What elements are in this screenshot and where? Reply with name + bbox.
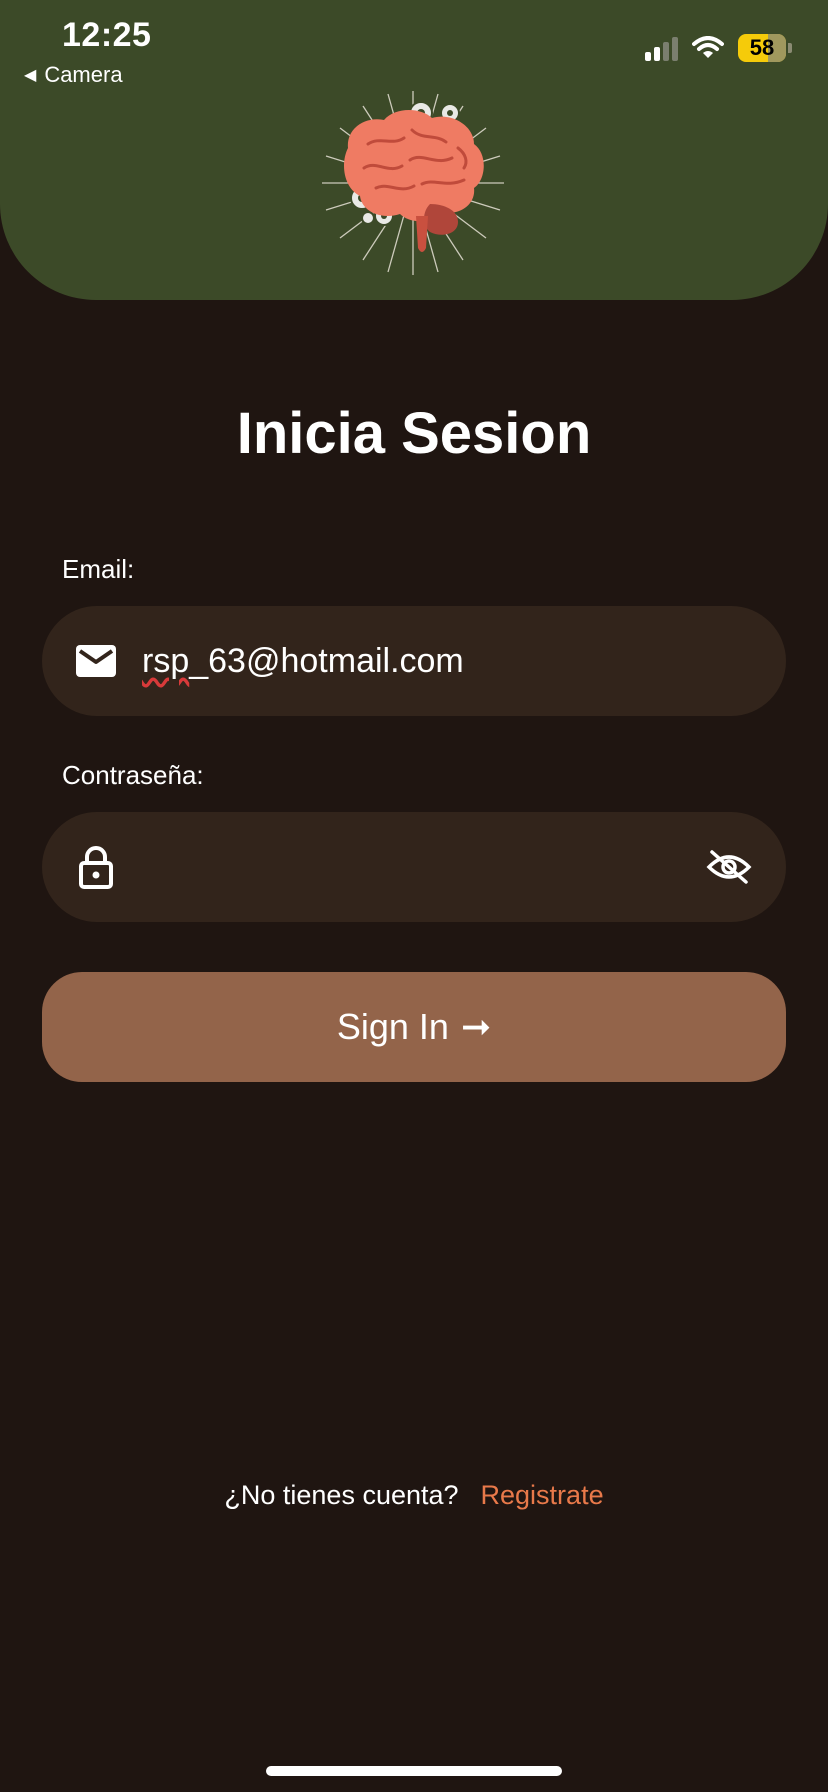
- header-banner: 12:25 ◀ Camera 58: [0, 0, 828, 300]
- lock-icon: [74, 845, 118, 889]
- email-label: Email:: [62, 554, 135, 584]
- back-label: Camera: [44, 62, 123, 87]
- status-indicators: 58: [645, 34, 792, 62]
- sign-in-label: Sign In: [336, 1006, 449, 1047]
- email-value: rsp_63@hotmail.com: [142, 642, 754, 681]
- home-indicator[interactable]: [266, 1766, 562, 1776]
- back-triangle-icon: ◀: [24, 67, 37, 84]
- back-to-camera-link[interactable]: ◀ Camera: [24, 62, 123, 88]
- battery-level: 58: [749, 35, 775, 60]
- email-value-misspelled: rsp: [142, 641, 190, 680]
- status-time: 12:25: [62, 16, 152, 54]
- wifi-icon: [692, 36, 724, 58]
- mail-icon: [74, 639, 118, 683]
- page-title: Inicia Sesion: [236, 401, 592, 466]
- register-link[interactable]: Registrate: [481, 1480, 604, 1511]
- no-account-text: ¿No tienes cuenta?: [224, 1480, 459, 1510]
- sign-in-button[interactable]: Sign In ➞: [42, 972, 786, 1082]
- arrow-right-icon: ➞: [460, 1006, 492, 1047]
- password-label: Contraseña:: [62, 760, 204, 790]
- register-prompt: ¿No tienes cuenta? Registrate: [0, 1480, 828, 1511]
- brain-gears-icon: [322, 91, 504, 275]
- email-field[interactable]: rsp_63@hotmail.com: [42, 606, 786, 716]
- email-value-rest: _63@hotmail.com: [189, 641, 464, 680]
- battery-icon: 58: [738, 34, 792, 62]
- eye-off-icon[interactable]: [704, 842, 754, 892]
- cellular-signal-icon: [645, 35, 678, 61]
- password-field[interactable]: [42, 812, 786, 922]
